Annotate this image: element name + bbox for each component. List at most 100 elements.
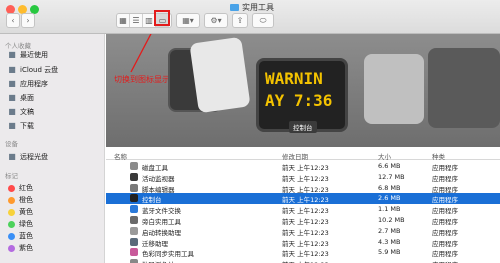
cell-kind: 应用程序 [432,228,458,237]
cell-kind: 应用程序 [432,185,458,194]
table-row[interactable]: 旁白实用工具 前天 上午12:23 10.2 MB 应用程序 [106,215,500,226]
cell-name: 色彩同步实用工具 [142,250,194,259]
cell-size: 5.9 MB [378,248,401,257]
app-icon [130,237,138,246]
folder-icon [230,4,239,11]
cell-kind: 应用程序 [432,218,458,226]
cell-name: 蓝牙文件交换 [142,207,181,216]
sidebar-item[interactable]: ■ 应用程序 [8,79,48,89]
sidebar-section-heading: 个人收藏 [5,42,31,50]
share-icon: ⇪ [236,16,244,25]
tag-dot-icon [8,232,15,240]
column-date[interactable]: 修改日期 [282,151,308,161]
sidebar-item[interactable]: ■ 远程光盘 [8,152,48,162]
cell-date: 前天 上午12:23 [282,207,329,216]
sidebar-item-label: 蓝色 [19,232,33,240]
console-preview-text1: WARNIN [265,69,323,88]
cell-size: 6.6 MB [378,162,401,170]
share-button[interactable]: ⇪ [232,13,248,28]
sidebar-item-label: 紫色 [19,244,33,252]
sidebar-section-heading: 标记 [5,172,18,180]
sidebar-item[interactable]: 蓝色 [8,231,33,241]
tag-icon: ⬭ [259,15,267,25]
thumbnail-bluetooth-exchange[interactable] [364,54,424,124]
sidebar-item-label: 远程光盘 [20,153,48,161]
sidebar-item[interactable]: 黄色 [8,207,33,217]
sidebar-item[interactable]: ■ 下载 [8,121,34,131]
table-row[interactable]: 蓝牙文件交换 前天 上午12:23 1.1 MB 应用程序 [106,204,500,215]
app-icon [130,162,138,170]
gallery-preview: 切换到图标显示 WARNIN AY 7:36 控制台 [106,34,500,147]
thumbnail-voiceover[interactable] [428,48,500,128]
cell-name: 数码测色计 [142,259,175,263]
sidebar-item[interactable]: 橙色 [8,195,33,205]
back-button[interactable]: ‹ [6,13,20,28]
sidebar-item-label: 橙色 [19,196,33,204]
selected-caption: 控制台 [289,121,317,133]
clock-icon: ■ [8,50,16,59]
app-icon [130,205,138,214]
table-row[interactable]: 脚本编辑器 前天 上午12:23 6.8 MB 应用程序 [106,183,500,194]
group-icon: ▦▾ [182,16,194,25]
tag-dot-icon [8,184,15,192]
cell-kind: 应用程序 [432,207,458,216]
action-button[interactable]: ⚙▾ [204,13,228,28]
thumbnail-script-editor[interactable] [189,36,251,114]
app-icon [130,226,138,235]
cell-name: 活动监视器 [142,174,175,183]
cell-date: 前天 上午12:23 [282,174,329,183]
chevron-right-icon: › [26,16,30,25]
cell-date: 前天 上午12:23 [282,259,329,263]
column-name[interactable]: 名称 [114,151,127,161]
sidebar-item-label: 绿色 [19,220,33,228]
cell-date: 前天 上午12:23 [282,250,329,259]
cell-size: 4.3 MB [378,237,401,246]
tag-dot-icon [8,244,15,252]
table-row[interactable]: 活动监视器 前天 上午12:23 12.7 MB 应用程序 [106,172,500,183]
app-icon [130,172,138,181]
cell-date: 前天 上午12:23 [282,164,329,172]
forward-button[interactable]: › [21,13,35,28]
sidebar-item[interactable]: ■ 文稿 [8,107,34,117]
sidebar-item[interactable]: ■ 最近使用 [8,50,48,60]
sidebar-item[interactable]: 红色 [8,183,33,193]
cell-size: 2.7 MB [378,226,401,235]
sidebar-item-label: 下载 [20,122,34,130]
file-list: 名称 修改日期 大小 种类 磁盘工具 前天 上午12:23 6.6 MB 应用程序 活动… [106,149,500,263]
table-row[interactable]: 控制台 前天 上午12:23 2.6 MB 应用程序 [106,193,500,204]
app-icon [130,216,138,224]
list-view-button[interactable]: ☰ [130,14,143,27]
cell-size: 2.6 MB [378,194,401,203]
icon-view-button[interactable]: ▦ [117,14,130,27]
tags-button[interactable]: ⬭ [252,13,274,28]
group-button[interactable]: ▦▾ [176,13,200,28]
column-size[interactable]: 大小 [378,151,391,161]
annotation-label: 切换到图标显示 [114,75,170,84]
sidebar-item-label: 黄色 [19,208,33,216]
sidebar-item[interactable]: 紫色 [8,243,33,253]
sidebar-item[interactable]: ■ 桌面 [8,93,34,103]
table-row[interactable]: 迁移助理 前天 上午12:23 4.3 MB 应用程序 [106,237,500,248]
cell-date: 前天 上午12:23 [282,228,329,237]
apps-icon: ■ [8,79,16,88]
tag-dot-icon [8,196,15,204]
tag-dot-icon [8,208,15,216]
cell-kind: 应用程序 [432,164,458,172]
disc-icon: ■ [8,152,16,161]
cell-name: 迁移助理 [142,239,168,248]
table-row[interactable]: 数码测色计 前天 上午12:23 应用程序 [106,258,500,263]
table-row[interactable]: 色彩同步实用工具 前天 上午12:23 5.9 MB 应用程序 [106,247,500,258]
table-row[interactable]: 磁盘工具 前天 上午12:23 6.6 MB 应用程序 [106,161,500,172]
column-header: 名称 修改日期 大小 种类 [106,149,500,161]
download-icon: ■ [8,121,16,130]
sidebar-item[interactable]: ■ iCloud 云盘 [8,65,58,75]
toolbar: 实用工具 ‹ › ▦ ☰ ▥ ▭ ▦▾ ⚙▾ ⇪ ⬭ [0,0,500,34]
sidebar-item[interactable]: 绿色 [8,219,33,229]
finder-window: 实用工具 ‹ › ▦ ☰ ▥ ▭ ▦▾ ⚙▾ ⇪ ⬭ 个人收藏 ■ 最近使用 ■ iCl… [0,0,500,263]
cloud-icon: ■ [8,65,16,74]
table-row[interactable]: 启动转换助理 前天 上午12:23 2.7 MB 应用程序 [106,226,500,237]
column-kind[interactable]: 种类 [432,151,445,161]
cell-kind: 应用程序 [432,196,458,205]
tag-dot-icon [8,220,15,228]
cell-date: 前天 上午12:23 [282,185,329,194]
